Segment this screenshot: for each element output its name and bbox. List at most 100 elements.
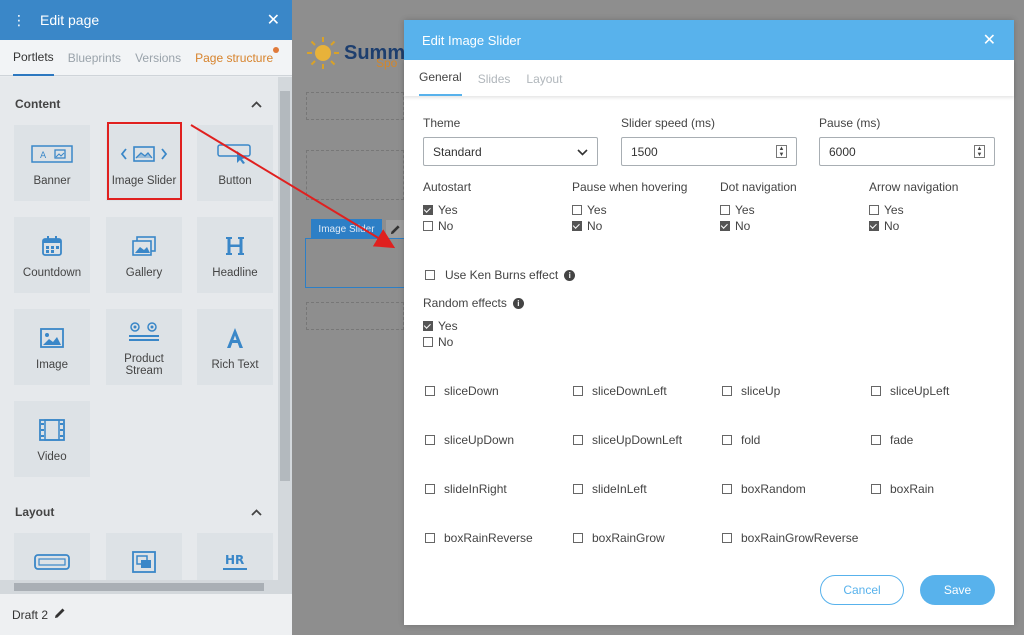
portlet-countdown[interactable]: Countdown xyxy=(14,217,90,293)
slider-speed-input[interactable]: 1500 ▲ ▼ xyxy=(621,137,797,166)
effect-label: sliceUp xyxy=(741,384,781,398)
effect-checkbox[interactable]: slideInRight xyxy=(425,482,507,496)
section-content[interactable]: Content xyxy=(0,89,278,119)
checkbox-box[interactable] xyxy=(871,484,881,494)
vertical-scrollbar[interactable] xyxy=(278,77,292,580)
close-icon[interactable]: ✕ xyxy=(983,30,996,50)
checkbox-box[interactable] xyxy=(722,386,732,396)
tab-blueprints[interactable]: Blueprints xyxy=(68,41,121,75)
chevron-up-icon[interactable] xyxy=(251,505,262,519)
checkbox-box[interactable] xyxy=(572,205,582,215)
checkbox-box[interactable] xyxy=(871,435,881,445)
checkbox-box[interactable] xyxy=(572,221,582,231)
checkbox-box[interactable] xyxy=(722,435,732,445)
scrollbar-thumb[interactable] xyxy=(14,583,264,591)
effect-checkbox[interactable]: boxRandom xyxy=(722,482,806,496)
checkbox-box[interactable] xyxy=(720,221,730,231)
tab-versions[interactable]: Versions xyxy=(135,41,181,75)
checkbox-box[interactable] xyxy=(425,484,435,494)
checkbox-box[interactable] xyxy=(869,221,879,231)
spinner-icon[interactable]: ▲ ▼ xyxy=(776,145,787,158)
checkbox-box[interactable] xyxy=(720,205,730,215)
checkbox-box[interactable] xyxy=(425,533,435,543)
drag-handle-icon[interactable]: ⋮ xyxy=(12,12,26,29)
checkbox-box[interactable] xyxy=(573,435,583,445)
effect-checkbox[interactable]: sliceUpDownLeft xyxy=(573,433,682,447)
effect-checkbox[interactable]: fade xyxy=(871,433,913,447)
random-effects-yes[interactable]: Yes xyxy=(423,319,458,333)
pause-label: Pause (ms) xyxy=(819,116,881,130)
checkbox-box[interactable] xyxy=(869,205,879,215)
effect-checkbox[interactable]: slideInLeft xyxy=(573,482,647,496)
ken-burns-checkbox[interactable]: Use Ken Burns effect i xyxy=(425,268,576,282)
info-icon[interactable]: i xyxy=(512,297,524,309)
checkbox-box[interactable] xyxy=(423,221,433,231)
portlet-rich-text[interactable]: Rich Text xyxy=(197,309,273,385)
option-no[interactable]: No xyxy=(869,219,899,233)
option-yes[interactable]: Yes xyxy=(720,203,755,217)
checkbox-box[interactable] xyxy=(425,270,435,280)
portlet-hr[interactable]: HR xyxy=(197,533,273,580)
image-slider-tag[interactable]: Image Slider xyxy=(311,219,382,239)
chevron-up-icon[interactable] xyxy=(251,97,262,111)
portlet-banner[interactable]: A Banner xyxy=(14,125,90,201)
save-button[interactable]: Save xyxy=(920,575,995,605)
effect-checkbox[interactable]: boxRainGrow xyxy=(573,531,665,545)
random-effects-no[interactable]: No xyxy=(423,335,453,349)
option-yes[interactable]: Yes xyxy=(423,203,458,217)
portlet-product-stream[interactable]: Product Stream xyxy=(106,309,182,385)
pencil-icon[interactable] xyxy=(54,607,66,622)
effect-checkbox[interactable]: boxRainReverse xyxy=(425,531,533,545)
close-icon[interactable]: ✕ xyxy=(267,10,280,30)
option-yes[interactable]: Yes xyxy=(572,203,607,217)
pencil-icon[interactable] xyxy=(386,220,404,238)
section-layout[interactable]: Layout xyxy=(0,497,278,527)
effect-checkbox[interactable]: sliceDown xyxy=(425,384,499,398)
checkbox-box[interactable] xyxy=(871,386,881,396)
checkbox-box[interactable] xyxy=(425,435,435,445)
portlet-gallery[interactable]: Gallery xyxy=(106,217,182,293)
portlet-headline[interactable]: Headline xyxy=(197,217,273,293)
theme-select[interactable]: Standard xyxy=(423,137,598,166)
portlet-video[interactable]: Video xyxy=(14,401,90,477)
effect-checkbox[interactable]: sliceDownLeft xyxy=(573,384,667,398)
draft-name[interactable]: Draft 2 xyxy=(12,607,280,622)
effect-checkbox[interactable]: sliceUp xyxy=(722,384,780,398)
checkbox-box[interactable] xyxy=(722,533,732,543)
portlet-label: Image xyxy=(36,359,68,371)
checkbox-box[interactable] xyxy=(573,533,583,543)
portlet-button[interactable]: Button xyxy=(197,125,273,201)
checkbox-box[interactable] xyxy=(573,484,583,494)
tab-page-structure[interactable]: Page structure xyxy=(195,41,280,75)
option-yes[interactable]: Yes xyxy=(869,203,904,217)
pause-input[interactable]: 6000 ▲ ▼ xyxy=(819,137,995,166)
option-no[interactable]: No xyxy=(423,219,453,233)
tab-portlets[interactable]: Portlets xyxy=(13,40,54,76)
cancel-button[interactable]: Cancel xyxy=(820,575,904,605)
info-icon[interactable]: i xyxy=(564,269,576,281)
checkbox-box[interactable] xyxy=(425,386,435,396)
portlet-layout-row[interactable] xyxy=(14,533,90,580)
drop-area xyxy=(306,302,404,330)
portlet-image[interactable]: Image xyxy=(14,309,90,385)
checkbox-box[interactable] xyxy=(423,205,433,215)
effect-checkbox[interactable]: boxRainGrowReverse xyxy=(722,531,858,545)
tab-layout[interactable]: Layout xyxy=(526,72,562,96)
tab-general[interactable]: General xyxy=(419,70,462,96)
effect-checkbox[interactable]: boxRain xyxy=(871,482,934,496)
effect-checkbox[interactable]: fold xyxy=(722,433,760,447)
effect-checkbox[interactable]: sliceUpDown xyxy=(425,433,514,447)
checkbox-box[interactable] xyxy=(423,321,433,331)
checkbox-box[interactable] xyxy=(423,337,433,347)
spinner-icon[interactable]: ▲ ▼ xyxy=(974,145,985,158)
option-no[interactable]: No xyxy=(572,219,602,233)
scrollbar-thumb[interactable] xyxy=(280,91,290,481)
checkbox-box[interactable] xyxy=(722,484,732,494)
effect-checkbox[interactable]: sliceUpLeft xyxy=(871,384,949,398)
image-slider-placeholder[interactable] xyxy=(305,238,405,288)
horizontal-scrollbar[interactable] xyxy=(0,580,292,594)
option-no[interactable]: No xyxy=(720,219,750,233)
portlet-layout-boxes[interactable] xyxy=(106,533,182,580)
tab-slides[interactable]: Slides xyxy=(478,72,511,96)
checkbox-box[interactable] xyxy=(573,386,583,396)
